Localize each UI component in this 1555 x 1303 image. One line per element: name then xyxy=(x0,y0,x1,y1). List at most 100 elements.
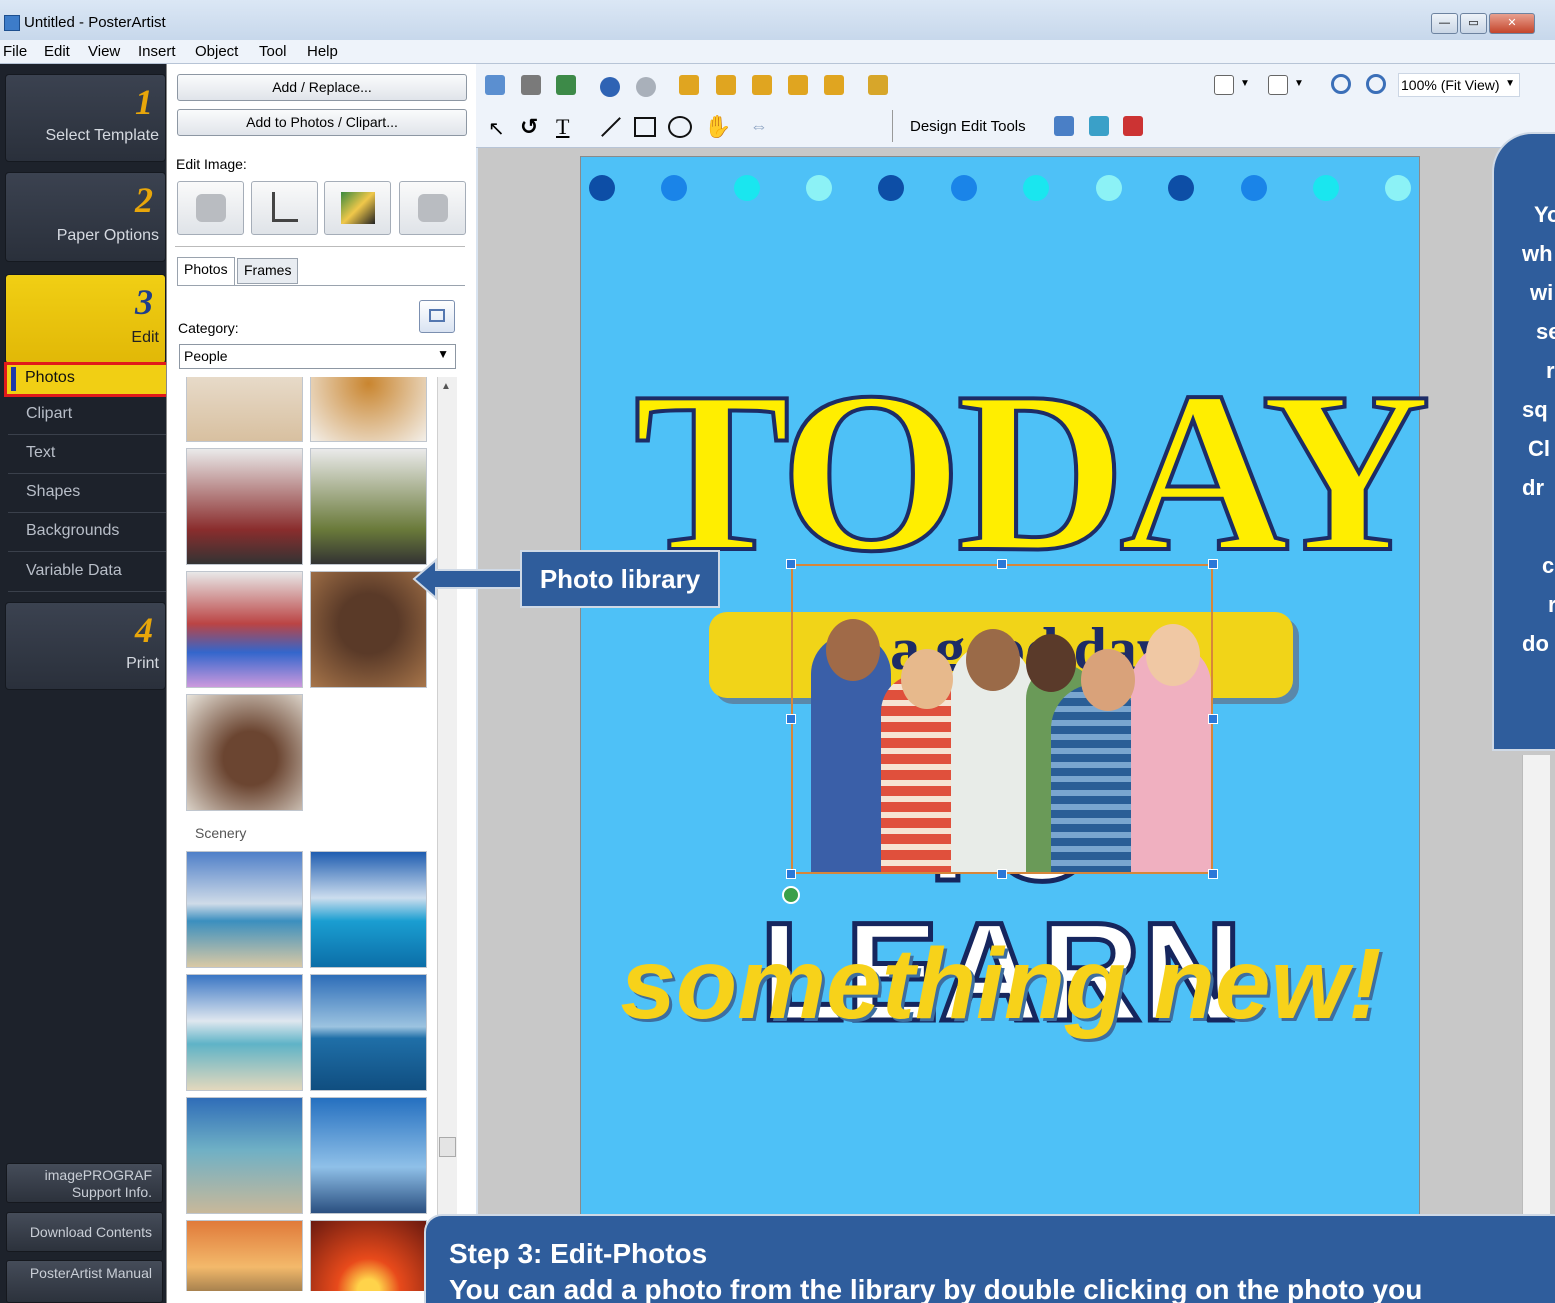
rotate-icon[interactable]: ↺ xyxy=(520,114,538,140)
resize-handle[interactable] xyxy=(1208,559,1218,569)
decor-dot xyxy=(806,175,832,201)
photo-thumbnail[interactable] xyxy=(186,571,303,688)
chevron-down-icon[interactable]: ▼ xyxy=(1240,78,1250,89)
distribute-icon[interactable] xyxy=(716,75,736,95)
send-back-icon[interactable] xyxy=(824,75,844,95)
ellipse-tool-icon[interactable] xyxy=(668,116,692,138)
design-tool-icon-1[interactable] xyxy=(1054,116,1074,136)
swap-icon[interactable]: ⇔ xyxy=(750,116,768,137)
nav-photos[interactable]: Photos xyxy=(4,362,178,397)
open-icon[interactable] xyxy=(521,75,541,95)
zoom-in-icon[interactable] xyxy=(1331,74,1351,94)
close-button[interactable]: ✕ xyxy=(1489,13,1535,34)
poster-title-today[interactable]: TODAY xyxy=(632,355,1433,589)
design-tool-icon-3[interactable] xyxy=(1123,116,1143,136)
menu-tool[interactable]: Tool xyxy=(259,43,287,60)
crop-icon[interactable] xyxy=(251,181,318,235)
pointer-icon[interactable]: ↖ xyxy=(488,116,505,141)
menu-view[interactable]: View xyxy=(88,43,120,60)
photo-list: Scenery xyxy=(177,377,433,1291)
resize-handle[interactable] xyxy=(997,559,1007,569)
maximize-button[interactable]: ▭ xyxy=(1460,13,1487,34)
photo-thumbnail[interactable] xyxy=(310,377,427,442)
canvas-scrollbar[interactable] xyxy=(1522,755,1550,1215)
edit-image-icon-4[interactable] xyxy=(399,181,466,235)
design-tool-icon-2[interactable] xyxy=(1089,116,1109,136)
photo-thumbnail[interactable] xyxy=(310,1097,427,1214)
step-print[interactable]: 4 Print xyxy=(5,602,166,690)
layout-icon[interactable] xyxy=(1214,75,1234,95)
nav-variable-data[interactable]: Variable Data xyxy=(8,554,166,592)
photo-thumbnail[interactable] xyxy=(186,448,303,565)
photo-thumbnail[interactable] xyxy=(310,571,427,688)
scrollbar[interactable]: ▲ xyxy=(437,377,457,1292)
nav-clipart[interactable]: Clipart xyxy=(8,397,166,435)
add-to-photos-button[interactable]: Add to Photos / Clipart... xyxy=(177,109,467,136)
menu-file[interactable]: File xyxy=(3,43,27,60)
scroll-up-icon[interactable]: ▲ xyxy=(441,381,451,392)
resize-handle[interactable] xyxy=(1208,714,1218,724)
resize-handle[interactable] xyxy=(997,869,1007,879)
grid-view-icon[interactable] xyxy=(419,300,455,333)
draw-toolbar: ↖ ↺ T ✋ ⇔ Design Edit Tools xyxy=(476,106,1555,148)
text-tool-icon[interactable]: T xyxy=(556,114,569,140)
photo-thumbnail[interactable] xyxy=(186,851,303,968)
hand-icon[interactable]: ✋ xyxy=(704,114,731,140)
flip-icon[interactable] xyxy=(752,75,772,95)
minimize-button[interactable]: — xyxy=(1431,13,1458,34)
tab-photos[interactable]: Photos xyxy=(177,257,235,286)
resize-handle[interactable] xyxy=(786,559,796,569)
app-icon xyxy=(4,15,20,31)
category-select[interactable]: People ▼ xyxy=(179,344,456,369)
new-document-icon[interactable] xyxy=(485,75,505,95)
photo-thumbnail[interactable] xyxy=(186,974,303,1091)
undo-icon[interactable] xyxy=(600,77,620,97)
poster[interactable]: TODAY is a good day TO LEARN something n… xyxy=(580,156,1433,1303)
photo-thumbnail[interactable] xyxy=(186,1097,303,1214)
nav-backgrounds[interactable]: Backgrounds xyxy=(8,514,166,552)
add-replace-button[interactable]: Add / Replace... xyxy=(177,74,467,101)
resize-handle[interactable] xyxy=(786,714,796,724)
scroll-thumb[interactable] xyxy=(439,1137,456,1157)
nav-text[interactable]: Text xyxy=(8,436,166,474)
grid-icon[interactable] xyxy=(1268,75,1288,95)
download-contents-button[interactable]: Download Contents xyxy=(6,1212,163,1252)
redo-icon[interactable] xyxy=(636,77,656,97)
photo-thumbnail[interactable] xyxy=(186,1220,303,1291)
image-adjust-icon[interactable] xyxy=(324,181,391,235)
zoom-select[interactable]: 100% (Fit View) ▼ xyxy=(1398,73,1520,97)
save-icon[interactable] xyxy=(556,75,576,95)
support-info-button[interactable]: imagePROGRAF Support Info. xyxy=(6,1163,163,1203)
photo-thumbnail[interactable] xyxy=(310,448,427,565)
line-tool-icon[interactable] xyxy=(601,117,621,137)
rotate-handle-icon[interactable] xyxy=(782,886,800,904)
callout-line: wh xyxy=(1522,241,1553,266)
step-paper-options[interactable]: 2 Paper Options xyxy=(5,172,166,262)
photo-thumbnail[interactable] xyxy=(310,974,427,1091)
menu-insert[interactable]: Insert xyxy=(138,43,176,60)
resize-handle[interactable] xyxy=(1208,869,1218,879)
zoom-out-icon[interactable] xyxy=(1366,74,1386,94)
edit-image-icon-1[interactable] xyxy=(177,181,244,235)
step-select-template[interactable]: 1 Select Template xyxy=(5,74,166,162)
nav-shapes[interactable]: Shapes xyxy=(8,475,166,513)
chevron-down-icon[interactable]: ▼ xyxy=(1294,78,1304,89)
menu-object[interactable]: Object xyxy=(195,43,238,60)
manual-button[interactable]: PosterArtist Manual xyxy=(6,1260,163,1303)
bring-front-icon[interactable] xyxy=(788,75,808,95)
poster-something-new[interactable]: something new! xyxy=(581,927,1421,1042)
photo-thumbnail[interactable] xyxy=(186,377,303,442)
align-left-icon[interactable] xyxy=(679,75,699,95)
resize-handle[interactable] xyxy=(786,869,796,879)
menu-edit[interactable]: Edit xyxy=(44,43,70,60)
photo-thumbnail[interactable] xyxy=(310,851,427,968)
selection-box[interactable] xyxy=(791,564,1213,874)
lock-icon[interactable] xyxy=(868,75,888,95)
photo-thumbnail[interactable] xyxy=(310,1220,427,1291)
menu-help[interactable]: Help xyxy=(307,43,338,60)
rectangle-tool-icon[interactable] xyxy=(634,117,656,137)
step-edit[interactable]: 3 Edit xyxy=(5,274,166,364)
step-label: Print xyxy=(126,655,159,672)
photo-thumbnail[interactable] xyxy=(186,694,303,811)
tab-frames[interactable]: Frames xyxy=(237,258,299,284)
